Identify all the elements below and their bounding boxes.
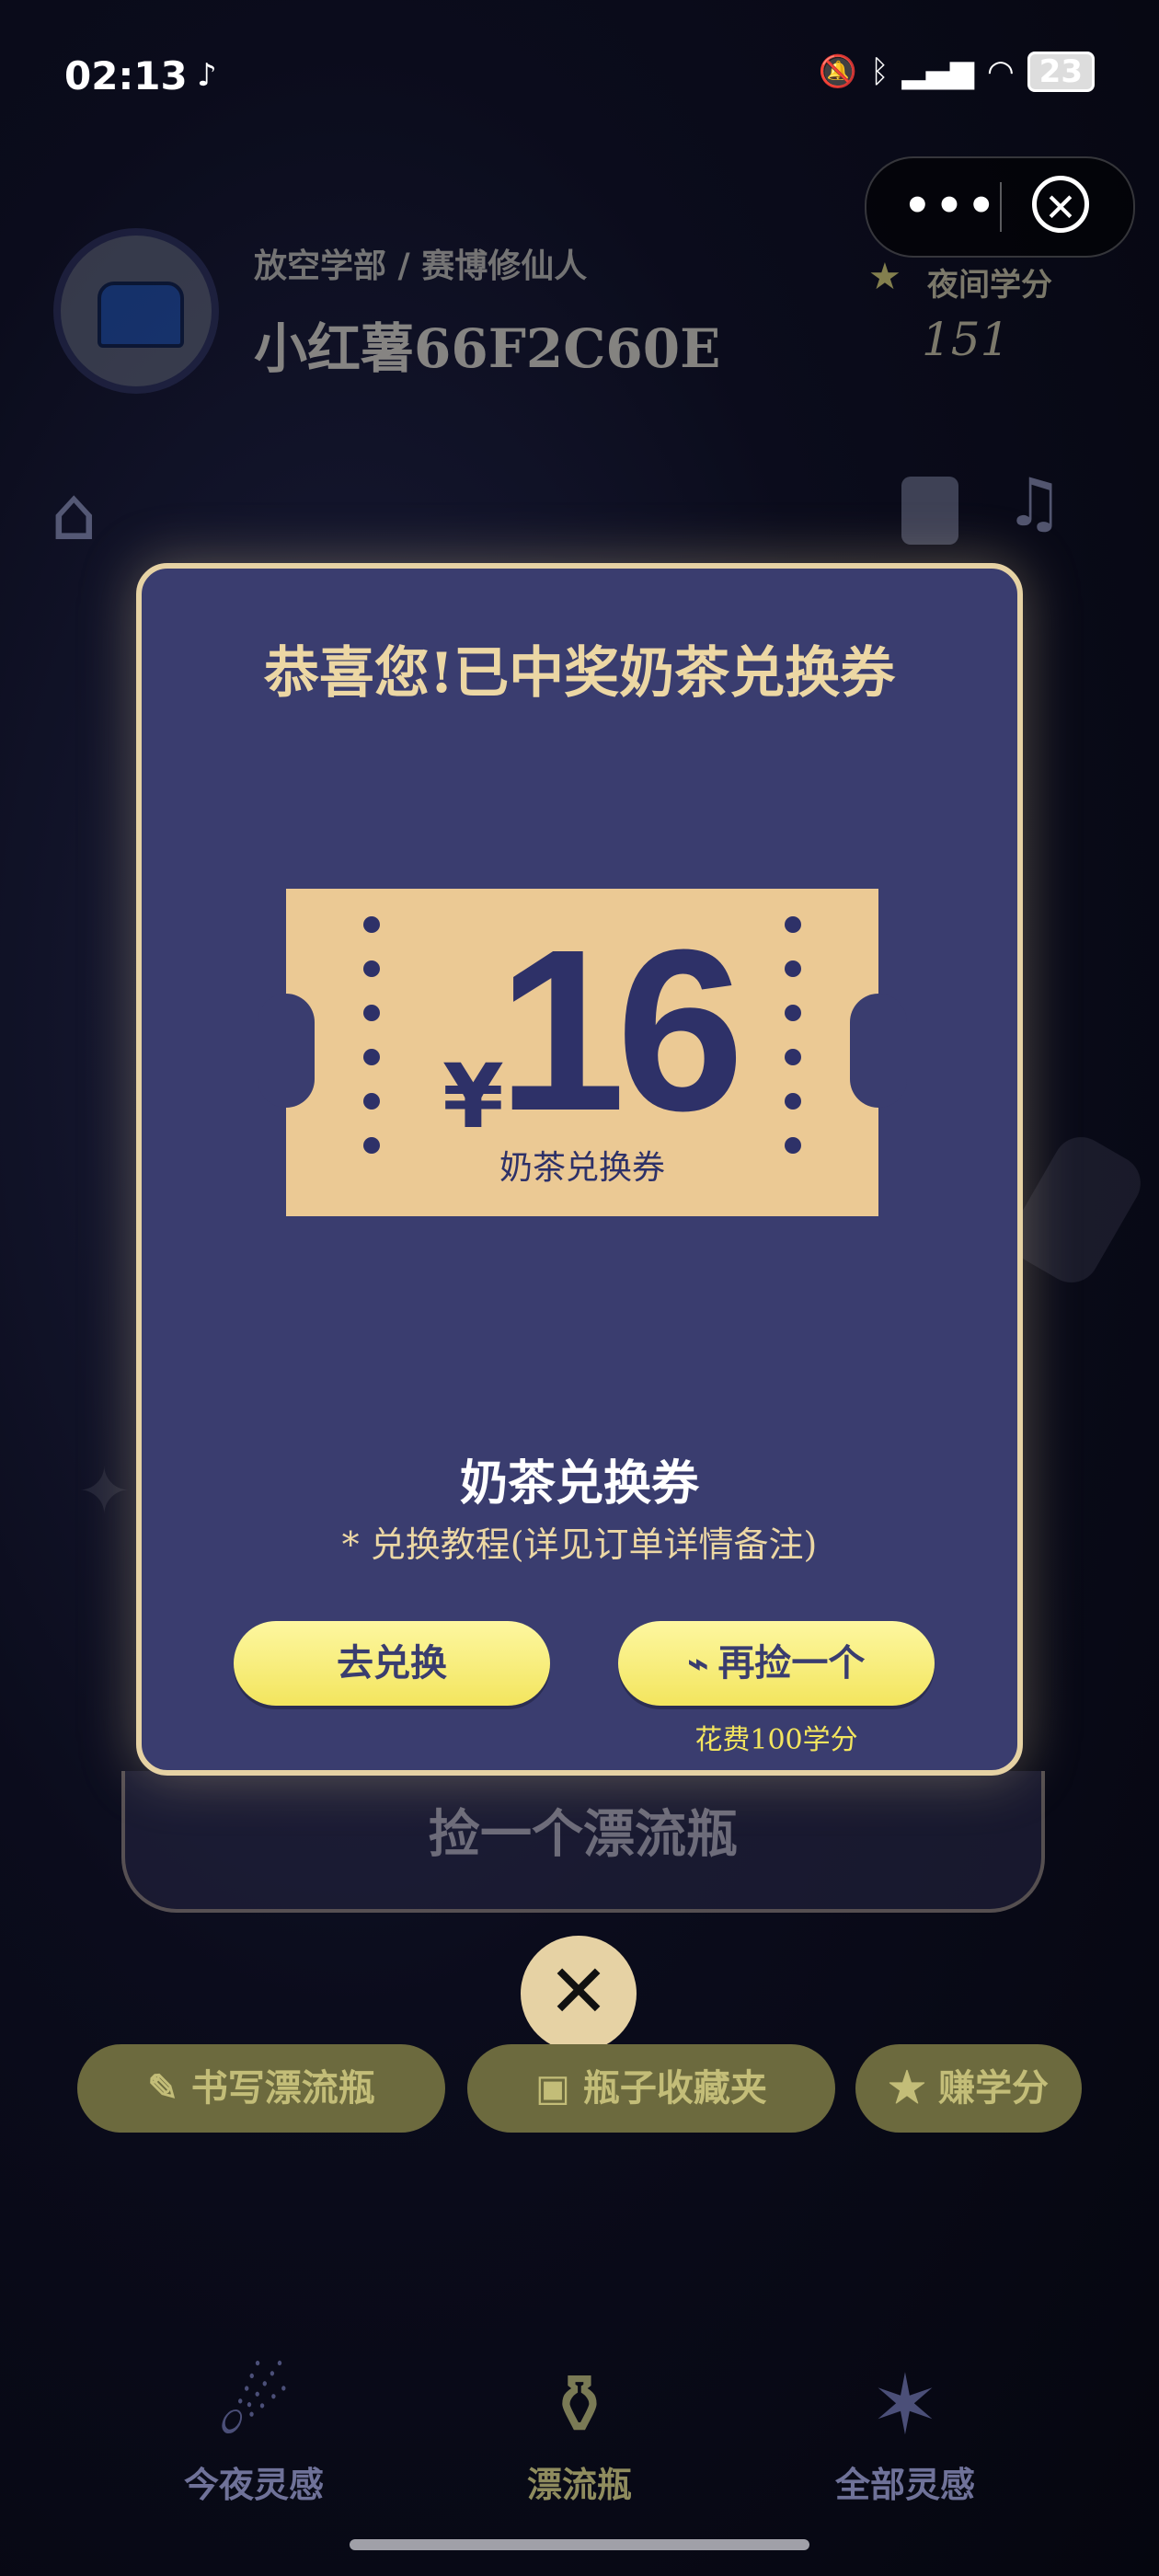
tiktok-icon: ♪ [197,57,217,94]
coupon-amount: 16 [498,902,744,1158]
capsule-divider [1000,182,1002,232]
write-bottle-label: 书写漂流瓶 [190,2066,375,2110]
stars-icon: ✶ [870,2357,940,2454]
notes-icon[interactable] [901,477,958,545]
earn-points-label: 赚学分 [937,2066,1049,2110]
tab-drift-bottle[interactable]: ⚱ 漂流瓶 [442,2355,717,2507]
shooting-star-icon: ☄ [216,2357,292,2454]
bottle-collection-button[interactable]: ▣ 瓶子收藏夹 [467,2044,835,2133]
prize-note[interactable]: * 兑换教程(详见订单详情备注) [142,1516,1017,1567]
home-indicator[interactable] [350,2539,809,2550]
star-icon: ★ [868,256,901,298]
more-button[interactable]: ••• [903,180,999,232]
status-icons: 🔕 ᛒ ▂▄▆ ◠ 23 [819,52,1095,92]
broom-icon: ⌁ [687,1642,709,1684]
music-icon[interactable]: ♫ [1004,464,1064,541]
ticket-perforation-left [363,916,380,1154]
points-label: 夜间学分 [927,267,1052,304]
miniprogram-capsule: ••• ✕ [865,156,1135,258]
prize-name: 奶茶兑换券 [459,1455,699,1512]
modal-title: 恭喜您!已中奖奶茶兑换券 [263,641,896,706]
ticket-notch-left [258,994,315,1108]
currency-symbol: ¥ [442,1045,504,1148]
redeem-button[interactable]: 去兑换 [234,1621,550,1706]
coupon-ticket: ¥ 16 奶茶兑换券 [258,889,907,1216]
pick-bottle-label: 捡一个漂流瓶 [429,1804,738,1865]
ticket-perforation-right [785,916,801,1154]
ticket-caption: 奶茶兑换券 [499,1149,665,1187]
home-icon[interactable]: ⌂ [51,471,98,557]
write-bottle-button[interactable]: ✎ 书写漂流瓶 [77,2044,445,2133]
pick-again-button[interactable]: ⌁ 再捡一个 [618,1621,935,1706]
username: 小红薯66F2C60E [254,317,721,380]
breadcrumb: 放空学部 / 赛博修仙人 [254,247,588,285]
earn-points-button[interactable]: ★ 赚学分 [855,2044,1082,2133]
bluetooth-icon: ᛒ [870,53,889,90]
bottle-collection-label: 瓶子收藏夹 [582,2066,767,2110]
tab-label: 漂流瓶 [526,2464,632,2505]
bell-off-icon: 🔕 [818,53,858,90]
close-miniprogram-button[interactable]: ✕ [1032,176,1089,233]
tab-tonight-inspiration[interactable]: ☄ 今夜灵感 [116,2355,392,2507]
sparkle-decoration: ✦ [77,1454,132,1529]
wifi-icon: ◠ [987,53,1015,90]
pick-again-label: 再捡一个 [717,1641,866,1685]
prize-modal: 恭喜您!已中奖奶茶兑换券 ¥ 16 奶茶兑换券 奶茶兑换券 * 兑换教程(详见订… [136,563,1023,1776]
bottle-decoration [1002,1127,1151,1293]
tab-all-inspiration[interactable]: ✶ 全部灵感 [767,2355,1043,2507]
avatar[interactable] [53,228,219,394]
battery-icon: 23 [1027,52,1095,92]
ticket-notch-right [850,994,907,1108]
close-modal-button[interactable]: ✕ [521,1936,637,2052]
pick-bottle-banner[interactable]: 捡一个漂流瓶 [121,1771,1045,1913]
signal-icon: ▂▄▆ [901,53,974,90]
cost-note: 花费100学分 [694,1724,858,1756]
status-time: 02:13 [64,53,188,98]
bottle-icon: ⚱ [545,2357,614,2454]
points-value: 151 [922,313,1010,366]
tab-label: 今夜灵感 [183,2464,324,2505]
tab-label: 全部灵感 [834,2464,975,2505]
